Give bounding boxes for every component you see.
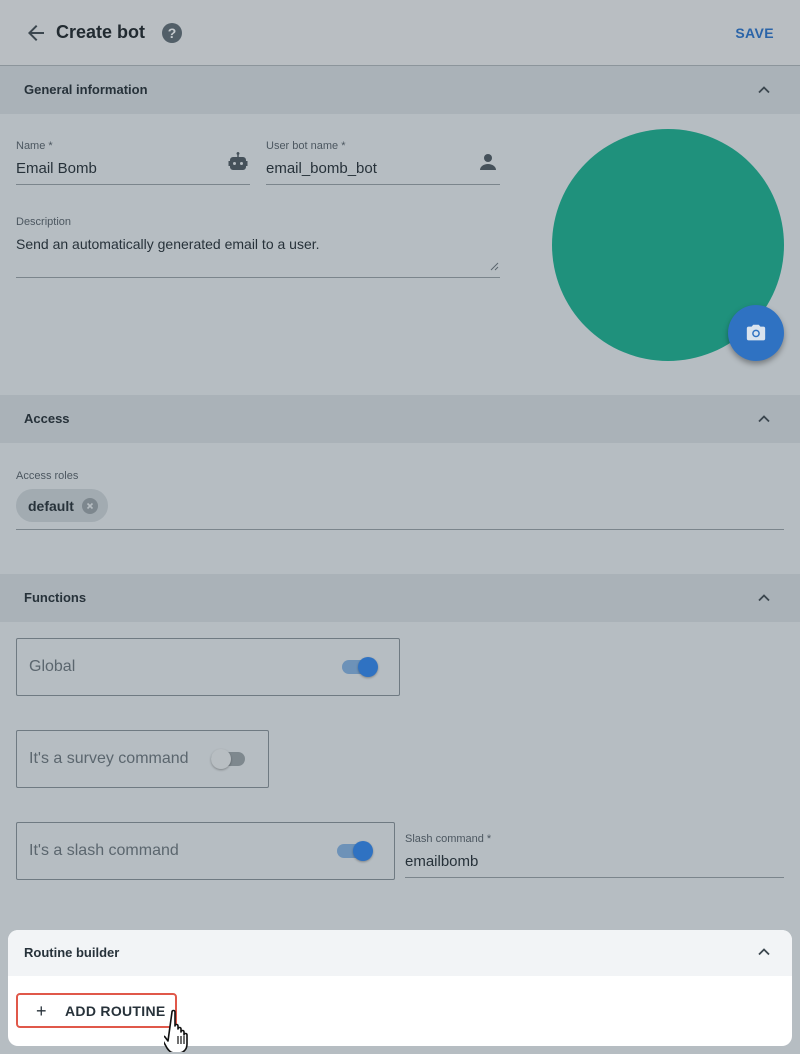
section-access-header[interactable]: Access [0,395,800,443]
slash-toggle-field[interactable]: It's a slash command [16,822,395,880]
name-label: Name * [16,140,53,152]
role-chip: default [16,489,108,522]
section-functions-header[interactable]: Functions [0,574,800,622]
hand-pointer-icon [164,1009,188,1052]
person-icon [480,154,496,170]
survey-label: It's a survey command [29,750,189,767]
camera-icon [746,324,766,341]
slash-switch[interactable] [337,841,373,861]
section-title: Routine builder [24,945,120,960]
global-label: Global [29,658,76,675]
username-underline [266,184,500,185]
add-routine-button[interactable]: + ADD ROUTINE [16,993,177,1028]
back-arrow-icon[interactable] [24,21,48,45]
top-app-bar: Create bot ? SAVE [0,0,800,66]
upload-avatar-button[interactable] [728,305,784,361]
chip-label: default [28,497,74,514]
username-label: User bot name * [266,140,346,152]
name-input[interactable]: Email Bomb [16,160,97,177]
chevron-up-icon[interactable] [756,944,772,960]
section-title: Functions [24,590,87,605]
chevron-up-icon[interactable] [756,411,772,427]
chevron-up-icon[interactable] [756,590,772,606]
section-title: Access [24,411,70,426]
survey-toggle-field[interactable]: It's a survey command [16,730,269,788]
section-routine-header[interactable]: Routine builder [8,930,792,976]
username-input[interactable]: email_bomb_bot [266,160,377,177]
survey-switch[interactable] [211,749,247,769]
slash-label: It's a slash command [29,842,179,859]
add-routine-label: ADD ROUTINE [65,1003,166,1019]
access-roles-underline [16,529,784,530]
name-underline [16,184,250,185]
plus-icon: + [36,1001,47,1021]
global-toggle-field[interactable]: Global [16,638,400,696]
robot-icon [228,152,248,170]
slash-command-label: Slash command * [405,833,492,845]
description-label: Description [16,216,72,228]
access-roles-label: Access roles [16,470,79,482]
global-switch[interactable] [342,657,378,677]
description-underline [16,277,500,278]
chip-remove-icon[interactable] [81,497,98,514]
slash-command-underline [405,877,784,878]
help-icon[interactable]: ? [162,23,182,43]
section-general-header[interactable]: General information [0,66,800,114]
description-textarea[interactable]: Send an automatically generated email to… [16,236,320,252]
routine-builder-card: Routine builder + ADD ROUTINE [8,930,792,1046]
chevron-up-icon[interactable] [756,82,772,98]
page-title: Create bot [56,22,146,42]
section-title: General information [24,82,148,97]
save-button[interactable]: SAVE [735,25,774,41]
resize-handle-icon[interactable] [490,262,499,271]
slash-command-input[interactable]: emailbomb [405,853,478,870]
